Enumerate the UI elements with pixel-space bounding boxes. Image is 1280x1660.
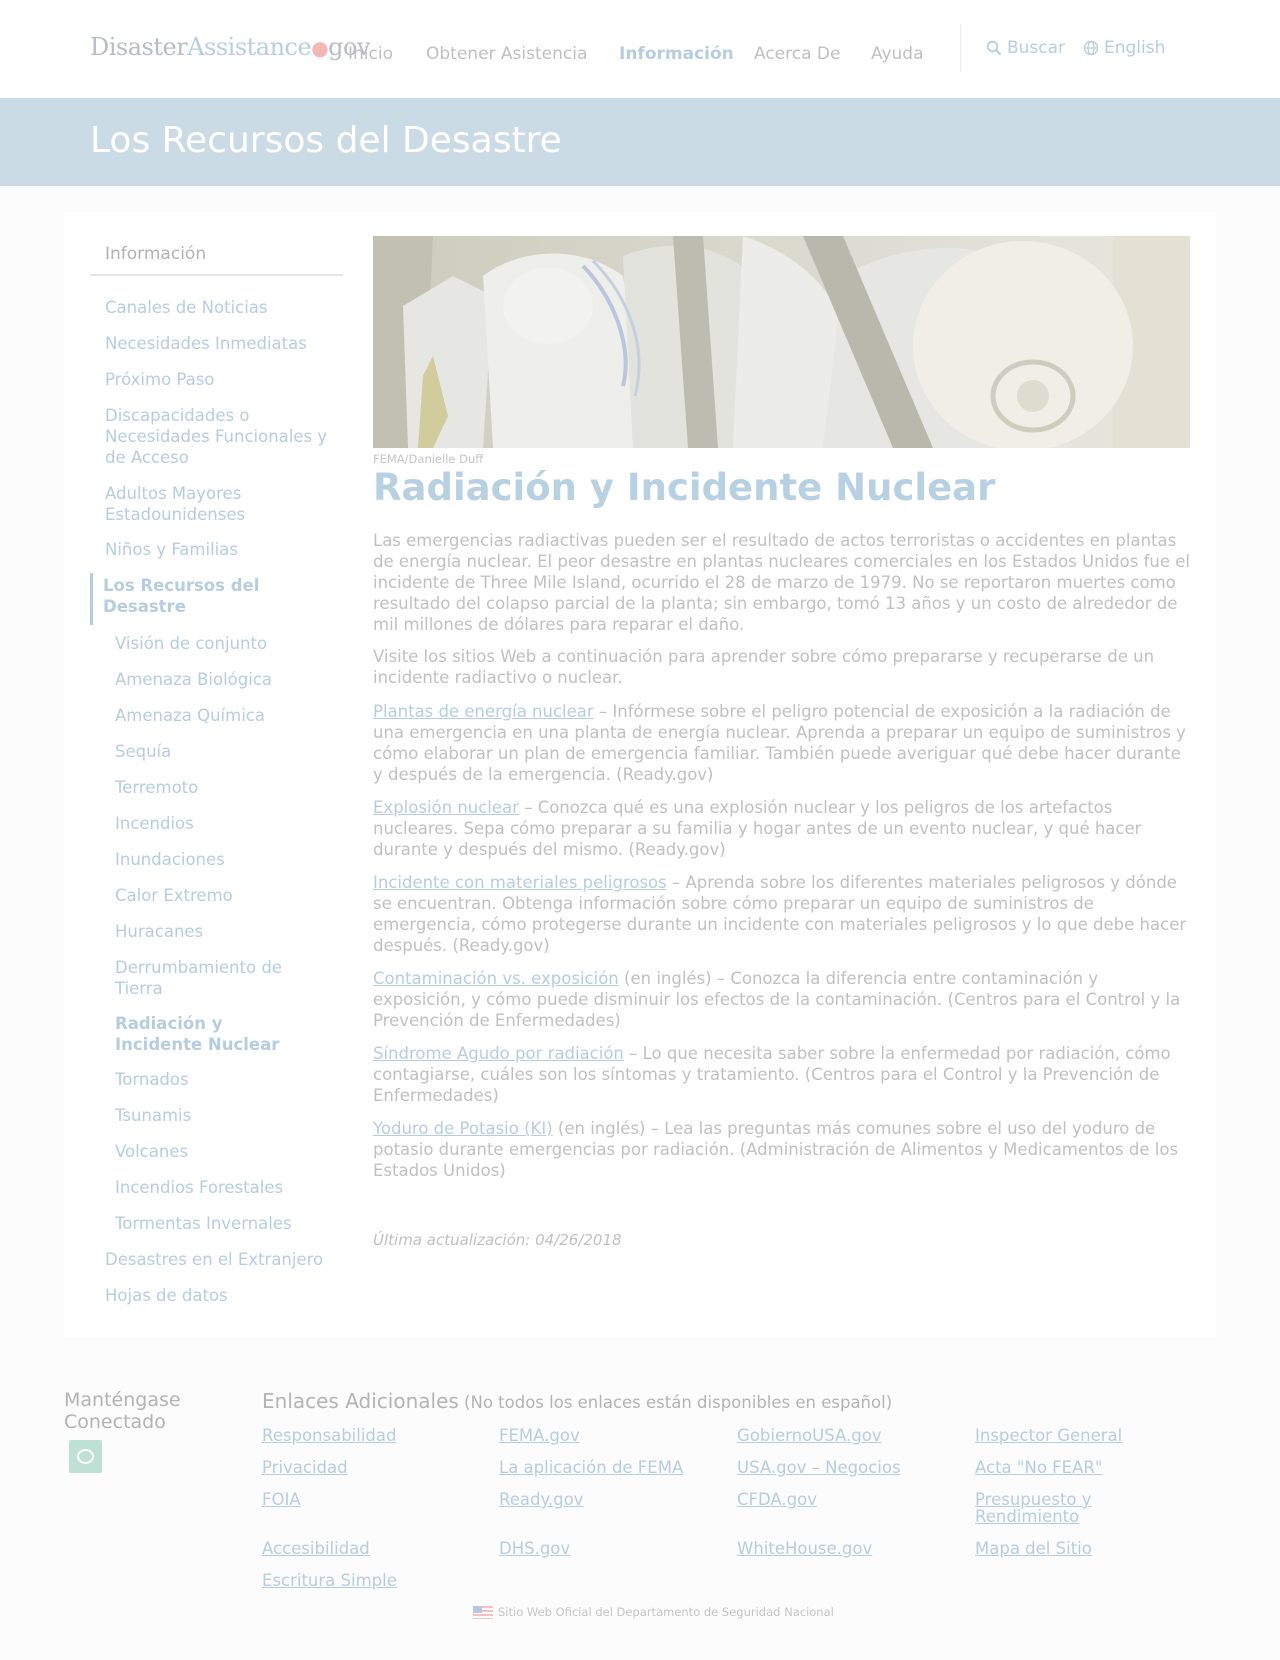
official-site-text: Sitio Web Oficial del Departamento de Se… — [498, 1605, 834, 1619]
search-button[interactable]: Buscar — [986, 38, 1065, 58]
resource-item: Yoduro de Potasio (KI) (en inglés) – Lea… — [373, 1118, 1193, 1181]
sidebar-item-ninos-y-familias[interactable]: Niños y Familias — [105, 539, 335, 560]
sidebar-divider — [90, 274, 343, 276]
footer-link-fema[interactable]: FEMA.gov — [499, 1427, 714, 1444]
sidebar-subitem-derrumbamiento[interactable]: Derrumbamiento de Tierra — [115, 957, 305, 999]
sidebar-subitem-tornados[interactable]: Tornados — [115, 1069, 325, 1090]
footer-link-privacidad[interactable]: Privacidad — [262, 1459, 477, 1476]
sidebar-subitem-terremoto[interactable]: Terremoto — [115, 777, 325, 798]
sidebar-heading: Información — [105, 244, 207, 264]
nav-ayuda[interactable]: Ayuda — [871, 44, 924, 64]
resource-item: Incidente con materiales peligrosos – Ap… — [373, 872, 1193, 956]
footer-link-accesibilidad[interactable]: Accesibilidad — [262, 1540, 477, 1557]
footer-link-whitehouse[interactable]: WhiteHouse.gov — [737, 1540, 952, 1557]
footer-link-mapa-sitio[interactable]: Mapa del Sitio — [975, 1540, 1190, 1557]
nav-divider — [960, 24, 961, 72]
image-credit: FEMA/Danielle Duff — [373, 452, 484, 466]
sidebar-subitem-amenaza-biologica[interactable]: Amenaza Biológica — [115, 669, 325, 690]
sidebar-item-adultos-mayores[interactable]: Adultos Mayores Estadounidenses — [105, 483, 335, 525]
nav-obtener-asistencia[interactable]: Obtener Asistencia — [426, 44, 587, 64]
banner-title: Los Recursos del Desastre — [90, 120, 562, 161]
stay-connected-heading: Manténgase Conectado — [64, 1389, 181, 1433]
site-logo[interactable]: DisasterAssistance●gov — [90, 33, 371, 61]
footer-link-no-fear[interactable]: Acta "No FEAR" — [975, 1459, 1190, 1476]
intro-paragraph: Las emergencias radiactivas pueden ser e… — [373, 531, 1190, 634]
sidebar-item-hojas-de-datos[interactable]: Hojas de datos — [105, 1285, 335, 1306]
resource-link-plantas-nucleares[interactable]: Plantas de energía nuclear — [373, 702, 594, 721]
language-label: English — [1104, 38, 1166, 58]
sidebar-item-desastres-extranjero[interactable]: Desastres en el Extranjero — [105, 1249, 335, 1270]
resource-link-yoduro-potasio[interactable]: Yoduro de Potasio (KI) — [373, 1119, 553, 1138]
sidebar-subitem-vision-de-conjunto[interactable]: Visión de conjunto — [115, 633, 325, 654]
resource-language-note: (en inglés) — [618, 969, 712, 988]
footer-link-inspector-general[interactable]: Inspector General — [975, 1427, 1190, 1444]
footer-link-fema-app[interactable]: La aplicación de FEMA — [499, 1459, 714, 1476]
nav-inicio[interactable]: Inicio — [348, 44, 393, 64]
footer-link-usagov-negocios[interactable]: USA.gov – Negocios — [737, 1459, 952, 1476]
search-icon — [986, 40, 1002, 56]
sidebar-subitem-amenaza-quimica[interactable]: Amenaza Química — [115, 705, 325, 726]
additional-links-note: (No todos los enlaces están disponibles … — [458, 1393, 893, 1412]
resource-item: Contaminación vs. exposición (en inglés)… — [373, 968, 1193, 1031]
nav-informacion[interactable]: Información — [619, 44, 734, 64]
sidebar-item-canales-de-noticias[interactable]: Canales de Noticias — [105, 297, 335, 318]
sidebar-subitem-radiacion[interactable]: Radiación y Incidente Nuclear — [115, 1013, 315, 1055]
logo-text-disaster: Disaster — [90, 33, 188, 61]
sidebar-subitem-sequia[interactable]: Sequía — [115, 741, 325, 762]
sidebar-subitem-tsunamis[interactable]: Tsunamis — [115, 1105, 325, 1126]
resource-link-materiales-peligrosos[interactable]: Incidente con materiales peligrosos — [373, 873, 667, 892]
sidebar-subitem-inundaciones[interactable]: Inundaciones — [115, 849, 325, 870]
logo-text-assistance: Assistance — [187, 33, 312, 61]
visit-paragraph: Visite los sitios Web a continuación par… — [373, 647, 1155, 687]
sidebar-current-indicator — [90, 573, 93, 625]
resource-item: Síndrome Agudo por radiación – Lo que ne… — [373, 1043, 1193, 1106]
rss-icon[interactable] — [69, 1440, 102, 1473]
language-toggle[interactable]: English — [1083, 38, 1165, 58]
search-label: Buscar — [1007, 38, 1066, 58]
last-updated: Última actualización: 04/26/2018 — [373, 1231, 622, 1249]
sidebar-item-recursos-del-desastre[interactable]: Los Recursos del Desastre — [103, 575, 273, 617]
resource-language-note: (en inglés) — [552, 1119, 646, 1138]
resource-item: Explosión nuclear – Conozca qué es una e… — [373, 797, 1193, 860]
footer-link-cfda[interactable]: CFDA.gov — [737, 1491, 952, 1508]
sidebar-subitem-calor-extremo[interactable]: Calor Extremo — [115, 885, 325, 906]
resource-link-contaminacion-exposicion[interactable]: Contaminación vs. exposición — [373, 969, 619, 988]
site-header: DisasterAssistance●gov Inicio Obtener As… — [0, 0, 1280, 98]
additional-links-heading: Enlaces Adicionales (No todos los enlace… — [262, 1389, 892, 1413]
section-banner: Los Recursos del Desastre — [0, 98, 1280, 186]
footer-link-foia[interactable]: FOIA — [262, 1491, 477, 1508]
sidebar-item-discapacidades[interactable]: Discapacidades o Necesidades Funcionales… — [105, 405, 335, 468]
sidebar-subitem-tormentas-invernales[interactable]: Tormentas Invernales — [115, 1213, 325, 1234]
footer-link-dhs[interactable]: DHS.gov — [499, 1540, 714, 1557]
sidebar-subitem-huracanes[interactable]: Huracanes — [115, 921, 325, 942]
resource-link-explosion-nuclear[interactable]: Explosión nuclear — [373, 798, 519, 817]
sidebar-item-proximo-paso[interactable]: Próximo Paso — [105, 369, 335, 390]
footer-link-gobiernousa[interactable]: GobiernoUSA.gov — [737, 1427, 952, 1444]
globe-icon — [1083, 40, 1099, 56]
official-site-notice: Sitio Web Oficial del Departamento de Se… — [473, 1605, 834, 1619]
footer-link-responsabilidad[interactable]: Responsabilidad — [262, 1427, 477, 1444]
additional-links-title: Enlaces Adicionales — [262, 1389, 459, 1413]
page-title: Radiación y Incidente Nuclear — [373, 466, 996, 509]
sidebar-subitem-volcanes[interactable]: Volcanes — [115, 1141, 325, 1162]
hero-image-hazmat-responders — [373, 236, 1190, 448]
resource-link-sindrome-radiacion[interactable]: Síndrome Agudo por radiación — [373, 1044, 624, 1063]
nav-acerca-de[interactable]: Acerca De — [754, 44, 840, 64]
footer-link-presupuesto[interactable]: Presupuesto y Rendimiento — [975, 1491, 1125, 1525]
us-flag-icon — [473, 1605, 493, 1619]
resource-item: Plantas de energía nuclear – Infórmese s… — [373, 701, 1193, 785]
logo-dot: ● — [311, 36, 329, 60]
sidebar-subitem-incendios[interactable]: Incendios — [115, 813, 325, 834]
sidebar-subitem-incendios-forestales[interactable]: Incendios Forestales — [115, 1177, 325, 1198]
footer-link-ready[interactable]: Ready.gov — [499, 1491, 714, 1508]
footer-link-escritura-simple[interactable]: Escritura Simple — [262, 1572, 477, 1589]
sidebar-item-necesidades-inmediatas[interactable]: Necesidades Inmediatas — [105, 333, 335, 354]
